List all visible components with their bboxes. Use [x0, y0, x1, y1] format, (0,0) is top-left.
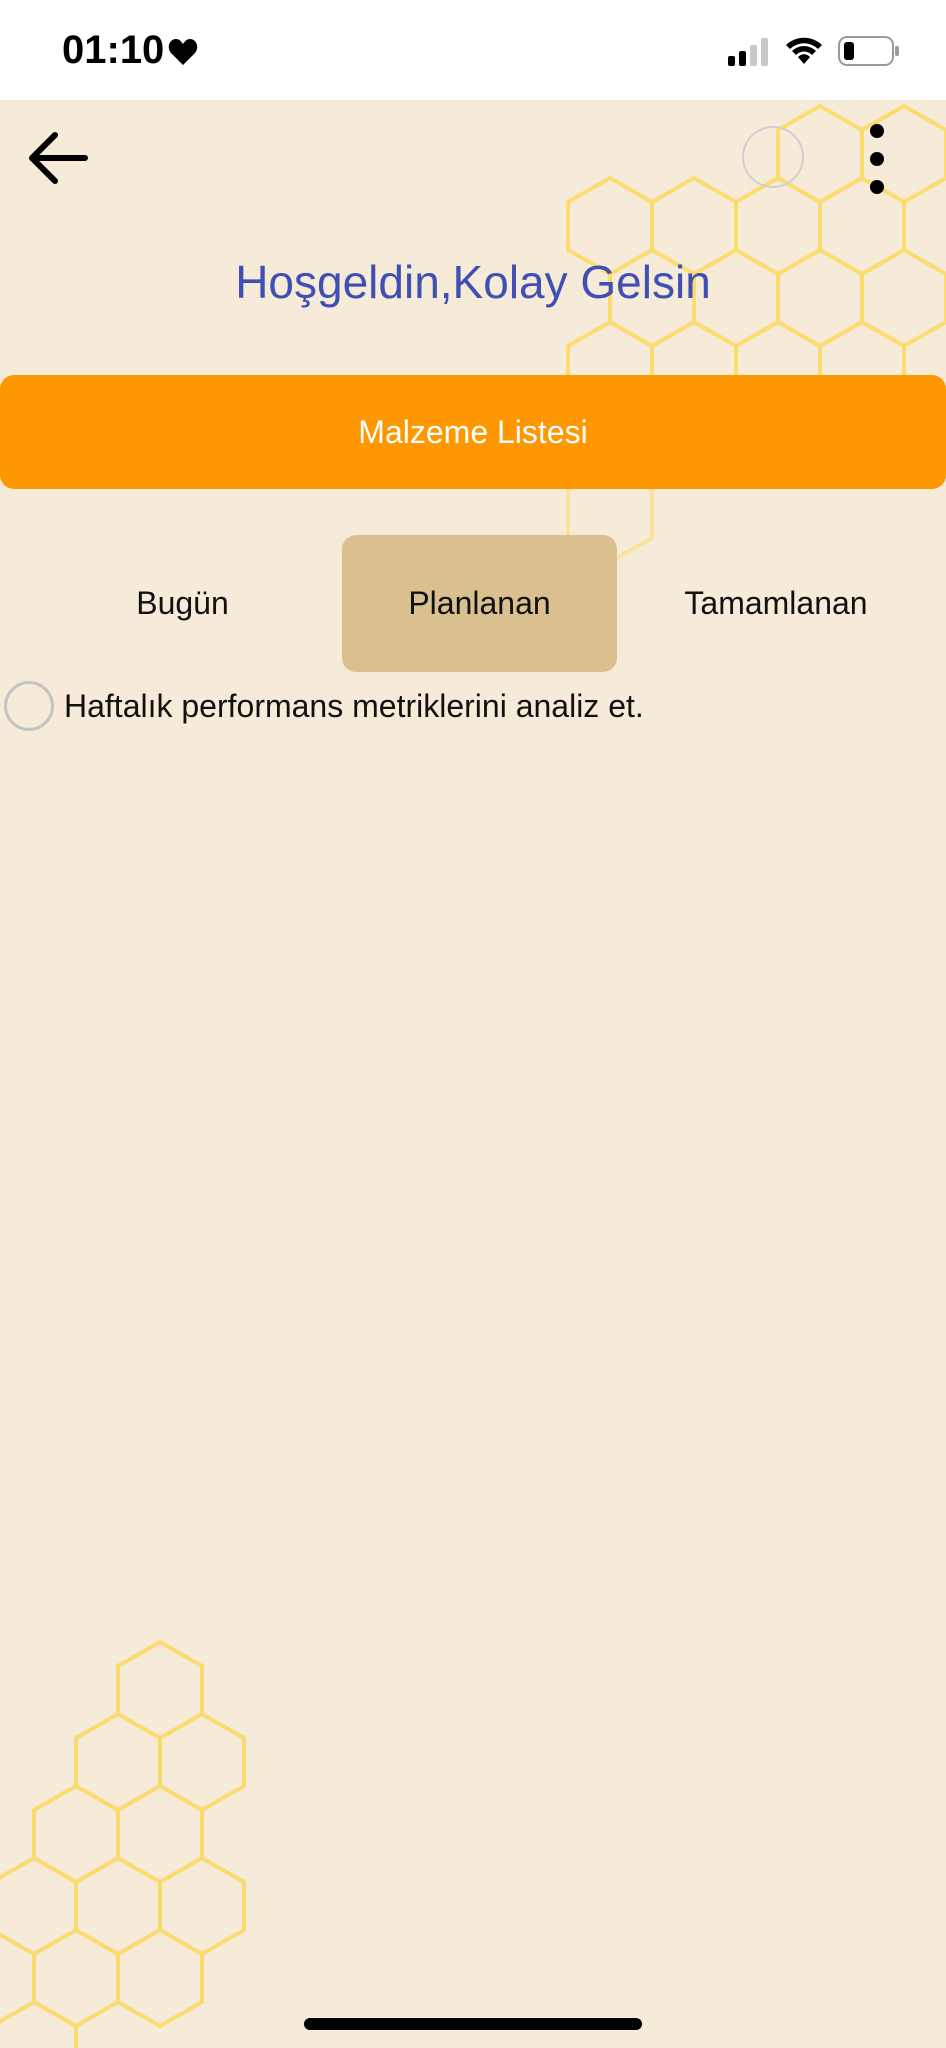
- more-options-button[interactable]: [852, 118, 902, 198]
- tab-today[interactable]: Bugün: [60, 535, 305, 672]
- home-indicator[interactable]: [304, 2018, 642, 2030]
- wifi-icon: [786, 37, 822, 64]
- welcome-title: Hoşgeldin,Kolay Gelsin: [235, 256, 711, 308]
- heart-icon: [168, 39, 198, 65]
- task-item[interactable]: Haftalık performans metriklerini analiz …: [0, 678, 946, 738]
- material-list-button[interactable]: Malzeme Listesi: [0, 375, 946, 489]
- tab-planned[interactable]: Planlanan: [342, 535, 617, 672]
- battery-icon: [838, 36, 899, 66]
- tab-completed[interactable]: Tamamlanan: [652, 535, 900, 672]
- task-checkbox[interactable]: [4, 681, 54, 731]
- task-label: Haftalık performans metriklerini analiz …: [64, 688, 644, 724]
- back-button[interactable]: [18, 118, 98, 198]
- status-bar: 01:10: [0, 0, 946, 100]
- status-time: 01:10: [62, 28, 165, 72]
- arrow-left-icon: [29, 132, 88, 184]
- avatar[interactable]: [742, 126, 804, 188]
- more-vertical-icon: [870, 124, 884, 138]
- more-vertical-icon-dot: [870, 180, 884, 194]
- more-vertical-icon-dot: [870, 152, 884, 166]
- honeycomb-decoration-bottom: [0, 1639, 246, 2048]
- cellular-signal-icon: [728, 38, 768, 66]
